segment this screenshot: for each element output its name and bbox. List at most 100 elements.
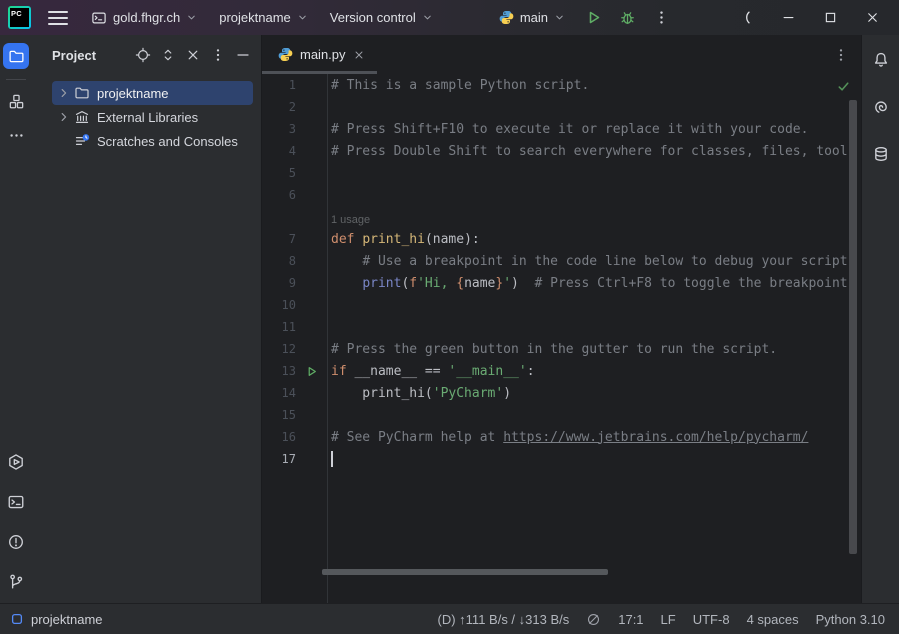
code-editor[interactable]: 1# This is a sample Python script.23# Pr… [262,74,861,603]
collapse-all-button[interactable] [185,47,201,63]
gutter-separator [327,74,328,603]
statusbar-project-widget[interactable]: projektname [10,612,103,627]
chevron-right-icon[interactable] [56,85,72,101]
chevron-right-icon[interactable] [56,109,72,125]
chevron-down-icon [554,12,565,23]
code-line-12: 12# Press the green button in the gutter… [262,338,861,360]
code-line-5: 5 [262,162,861,184]
run-gutter-icon[interactable] [305,365,318,378]
window-maximize-button[interactable] [813,4,847,32]
terminal-icon [7,493,25,511]
more-actions-button[interactable] [647,5,675,31]
tab-main-py[interactable]: main.py [262,35,377,74]
debug-icon [619,9,636,26]
gutter-spacer [296,294,327,316]
tree-item-label: projektname [97,86,169,101]
line-number: 4 [262,144,296,158]
version-control-tool-icon [7,573,25,591]
inspections-ok-icon[interactable] [836,79,851,94]
chevron-down-icon [297,12,308,23]
line-number: 11 [262,320,296,334]
toolwindow-notifications-button[interactable] [868,47,894,73]
code-line-3: 3# Press Shift+F10 to execute it or repl… [262,118,861,140]
close-tab-icon[interactable] [353,49,365,61]
toolwindow-structure-button[interactable] [3,88,29,114]
gutter-spacer [296,162,327,184]
gutter-spacer [296,250,327,272]
toolwindow-ai-assistant-button[interactable] [868,94,894,120]
locate-file-button[interactable] [135,47,151,63]
code-line-16: 16# See PyCharm help at https://www.jetb… [262,426,861,448]
menu-project-selector[interactable]: projektname [210,5,317,30]
toolwindow-version-control-tool-button[interactable] [3,569,29,595]
debug-button[interactable] [613,5,641,31]
structure-icon [8,93,25,110]
main-menu-icon[interactable] [48,11,68,25]
gutter-spacer [296,96,327,118]
tree-item-projektname[interactable]: projektname [52,81,253,105]
run-line-gutter[interactable] [296,360,327,382]
toolwindow-services-button[interactable] [3,449,29,475]
gutter-spacer [296,316,327,338]
code-line-9: 9 print(f'Hi, {name}') # Press Ctrl+F8 t… [262,272,861,294]
line-number: 12 [262,342,296,356]
close-icon [865,10,880,25]
minimize-icon [781,10,796,25]
more-tool-windows-icon [8,127,25,144]
toolwindow-problems-button[interactable] [3,529,29,555]
horizontal-scrollbar[interactable] [322,569,608,575]
ai-assistant-icon [872,98,890,116]
title-bar: PC gold.fhgr.ch projektname Version contro… [0,0,899,36]
tree-item-external-libraries[interactable]: External Libraries [52,105,253,129]
titlebar-menus: gold.fhgr.ch projektname Version control [82,5,442,31]
folder-icon [74,85,90,101]
pycharm-logo-text: PC [10,8,29,27]
window-minimize-button[interactable] [771,4,805,32]
code-text: # This is a sample Python script. [327,78,589,93]
line-number: 7 [262,232,296,246]
chevron-down-icon [422,12,433,23]
statusbar-indent[interactable]: 4 spaces [747,612,799,627]
toolwindow-project-button[interactable] [3,43,29,69]
run-configuration-selector[interactable]: main [491,6,573,29]
editor-area: main.py 1# This is a sample Python scrip… [262,35,861,603]
window-close-button[interactable] [855,4,889,32]
tree-item-scratches-and-consoles[interactable]: Scratches and Consoles [52,129,253,153]
statusbar-highlighting-level[interactable] [586,611,601,627]
line-number: 2 [262,100,296,114]
menu-project-selector-label: projektname [219,10,291,25]
services-icon [7,453,25,471]
menu-version-control[interactable]: Version control [321,5,442,30]
gutter-spacer [296,228,327,250]
gutter-spacer [296,426,327,448]
scratches-icon [74,133,90,149]
crescent-icon [739,10,754,25]
window-crescent-button[interactable] [729,4,763,32]
line-number: 16 [262,430,296,444]
project-panel-header: Project [32,35,261,75]
tree-item-label: External Libraries [97,110,198,125]
pycharm-logo-icon: PC [8,6,31,29]
code-text: # Press Shift+F10 to execute it or repla… [327,122,808,137]
toolwindow-terminal-button[interactable] [3,489,29,515]
hide-panel-button[interactable] [235,47,251,63]
statusbar-interpreter[interactable]: Python 3.10 [816,612,885,627]
options-button[interactable] [210,47,226,63]
statusbar-network-traffic[interactable]: (D) ↑111 B/s / ↓313 B/s [438,612,570,627]
toolwindow-database-button[interactable] [868,141,894,167]
vertical-scrollbar[interactable] [849,100,857,554]
statusbar-line-separator[interactable]: LF [661,612,676,627]
gutter-spacer [296,272,327,294]
menu-remote-host-label: gold.fhgr.ch [113,10,180,25]
menu-remote-host[interactable]: gold.fhgr.ch [82,5,206,31]
editor-options-icon[interactable] [833,47,849,63]
statusbar-encoding[interactable]: UTF-8 [693,612,730,627]
line-number: 9 [262,276,296,290]
statusbar-caret-position[interactable]: 17:1 [618,612,643,627]
expand-button[interactable] [160,47,176,63]
toolwindow-more-tool-windows-button[interactable] [3,122,29,148]
run-button[interactable] [579,5,607,31]
usages-inlay-hint[interactable]: 1 usage [262,206,861,228]
right-toolwindow-bar [861,35,899,603]
gutter-spacer [296,118,327,140]
